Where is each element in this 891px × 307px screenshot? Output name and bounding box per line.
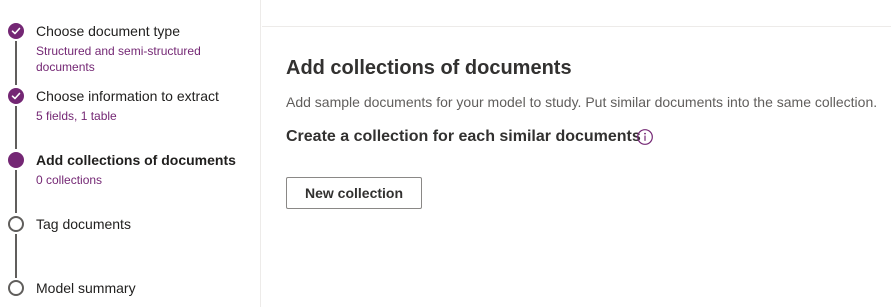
step-title: Choose document type [36,23,180,39]
step-connector [15,41,17,85]
page-title: Add collections of documents [286,57,572,79]
step-title: Model summary [36,280,136,296]
step-connector [15,170,17,213]
step-pending-circle-icon [8,280,24,296]
page-description: Add sample documents for your model to s… [286,94,878,110]
step-subtitle: 0 collections [36,173,103,187]
wizard-stepper: Choose document type Structured and semi… [0,0,261,307]
step-title: Tag documents [36,216,131,232]
step-connector [15,106,17,149]
step-connector [15,234,17,278]
step-subtitle: documents [36,60,95,74]
section-heading: Create a collection for each similar doc… [286,128,641,145]
step-complete-check-icon [8,23,24,39]
info-icon[interactable] [636,128,654,146]
step-pending-circle-icon [8,216,24,232]
step-title: Add collections of documents [36,152,236,168]
new-collection-button[interactable]: New collection [286,177,422,209]
step-subtitle: 5 fields, 1 table [36,109,117,123]
step-title: Choose information to extract [36,88,219,104]
step-current-dot-icon [8,152,24,168]
content-header-strip [262,0,891,27]
step-subtitle: Structured and semi-structured [36,44,201,58]
step-complete-check-icon [8,88,24,104]
